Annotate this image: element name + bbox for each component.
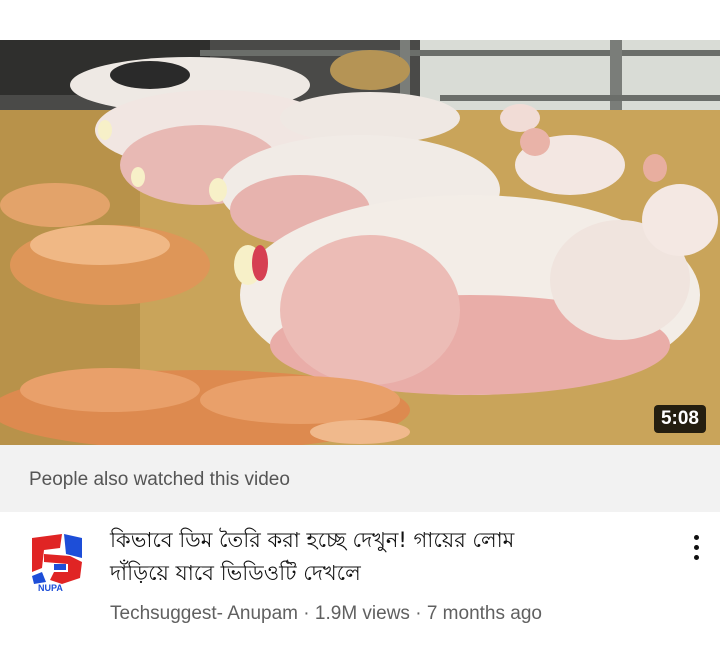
video-meta: Techsuggest- Anupam · 1.9M views · 7 mon…	[110, 603, 542, 625]
video-thumbnail[interactable]: 5:08	[0, 40, 720, 445]
channel-avatar[interactable]: NUPA	[24, 528, 90, 594]
video-duration-badge: 5:08	[653, 405, 706, 433]
more-dot	[693, 554, 699, 560]
people-also-watched-label: People also watched this video	[29, 469, 290, 490]
top-strip	[0, 0, 720, 40]
thumbnail-image	[0, 40, 720, 445]
channel-name[interactable]: Techsuggest- Anupam	[110, 603, 298, 624]
meta-separator-2: ·	[409, 603, 427, 624]
video-title-line-2: দাঁড়িয়ে যাবে ভিডিওটি দেখলে	[110, 561, 361, 585]
more-vertical-icon[interactable]	[684, 530, 708, 564]
view-count: 1.9M views	[314, 603, 410, 624]
more-dot	[693, 544, 699, 550]
video-title[interactable]: কিভাবে ডিম তৈরি করা হচ্ছে দেখুন! গায়ের …	[110, 524, 650, 590]
upload-age: 7 months ago	[426, 603, 542, 624]
video-title-line-1: কিভাবে ডিম তৈরি করা হচ্ছে দেখুন! গায়ের …	[110, 528, 515, 552]
meta-separator-1: ·	[298, 603, 315, 624]
channel-logo-icon: NUPA	[32, 534, 82, 593]
more-dot	[693, 534, 699, 540]
channel-logo-text: NUPA	[38, 583, 63, 593]
